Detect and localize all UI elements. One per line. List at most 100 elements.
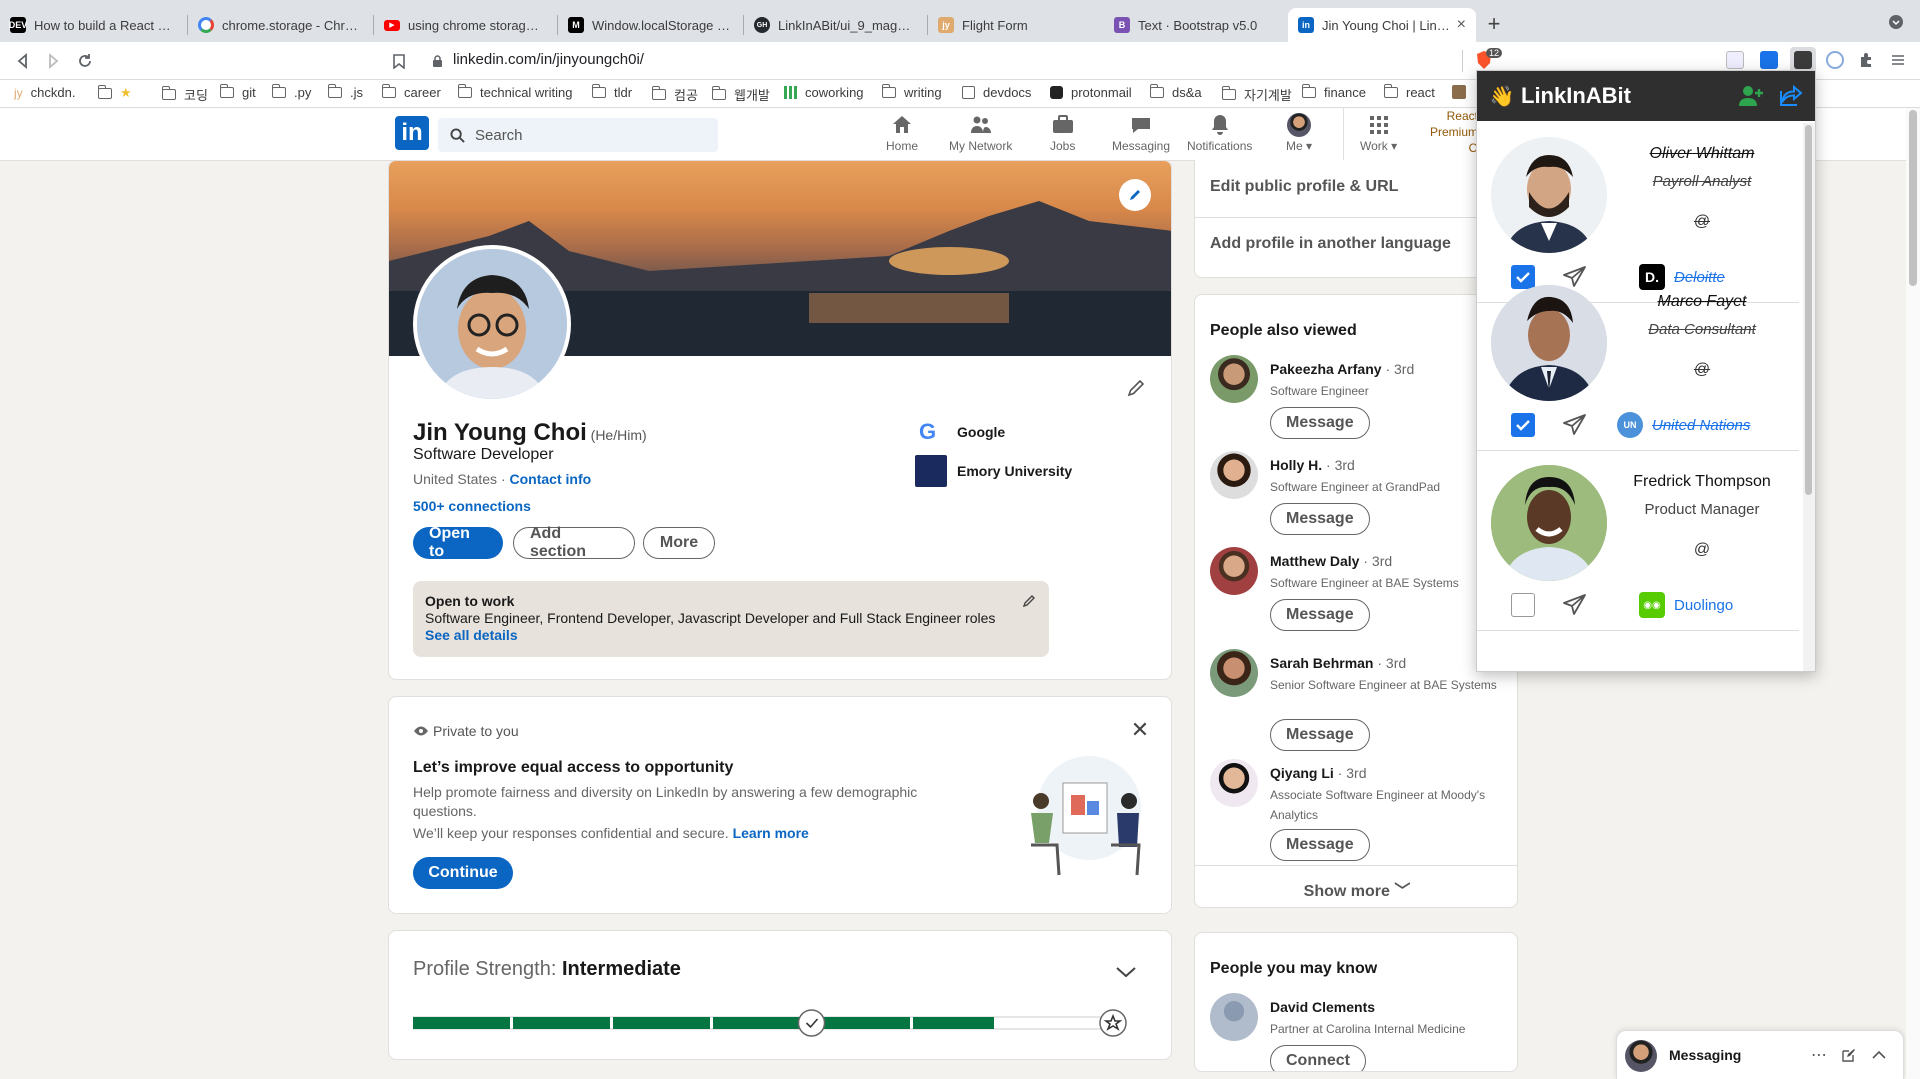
forward-icon[interactable] — [40, 48, 66, 74]
nav-home[interactable]: Home — [886, 113, 918, 153]
message-button[interactable]: Message — [1270, 829, 1370, 861]
continue-button[interactable]: Continue — [413, 857, 513, 889]
tab-search-chevron-icon[interactable] — [1886, 12, 1906, 32]
add-person-icon[interactable] — [1737, 82, 1765, 110]
nav-notifications[interactable]: Notifications — [1187, 113, 1252, 153]
nav-me[interactable]: Me ▾ — [1286, 113, 1312, 153]
connect-button[interactable]: Connect — [1270, 1045, 1366, 1071]
send-icon[interactable] — [1561, 411, 1589, 439]
bookmark-image[interactable] — [1452, 85, 1466, 99]
nav-messaging[interactable]: Messaging — [1112, 113, 1170, 153]
browser-tab-active[interactable]: in Jin Young Choi | LinkedIn× — [1288, 8, 1476, 42]
message-button[interactable]: Message — [1270, 719, 1370, 751]
reload-icon[interactable] — [72, 48, 98, 74]
message-button[interactable]: Message — [1270, 599, 1370, 631]
add-section-button[interactable]: Add section — [513, 525, 635, 560]
more-options-icon[interactable]: ⋯ — [1809, 1045, 1829, 1065]
learn-more-link[interactable]: Learn more — [733, 825, 809, 841]
bookmark-folder[interactable]: writing — [882, 84, 942, 100]
messaging-overlay[interactable]: Messaging ⋯ — [1616, 1030, 1904, 1079]
bookmark-star-folder[interactable]: ★ — [98, 84, 132, 101]
send-icon[interactable] — [1561, 591, 1589, 619]
nav-my-network[interactable]: My Network — [949, 113, 1012, 153]
bookmark-coworking[interactable]: coworking — [784, 85, 864, 100]
edit-public-profile-link[interactable]: Edit public profile & URL — [1210, 178, 1398, 196]
edit-intro-icon[interactable] — [1121, 373, 1151, 403]
connections-link[interactable]: 500+ connections — [413, 498, 531, 514]
browser-tab[interactable]: B Text · Bootstrap v5.0 — [1104, 8, 1286, 42]
extension-icon-4[interactable] — [1826, 51, 1844, 69]
company-link[interactable]: UN United Nations — [1617, 411, 1750, 439]
open-to-button[interactable]: Open to — [413, 525, 503, 560]
popup-scrollbar-thumb[interactable] — [1805, 125, 1812, 495]
current-company[interactable]: G Google — [919, 419, 1005, 445]
bookmark-folder[interactable]: tldr — [592, 84, 632, 100]
browser-tab[interactable]: M Window.localStorage - Web APIs — [558, 8, 742, 42]
scrollbar-thumb[interactable] — [1909, 110, 1917, 286]
contact-info-link[interactable]: Contact info — [510, 471, 592, 487]
bookmark-folder[interactable]: career — [382, 84, 441, 100]
profile-photo[interactable] — [413, 245, 571, 403]
puzzle-extensions-icon[interactable] — [1856, 50, 1876, 70]
more-button[interactable]: More — [643, 527, 715, 559]
bookmark-folder[interactable]: .js — [328, 84, 363, 100]
list-item[interactable]: Holly H. · 3rd Software Engineer at Grand… — [1210, 451, 1500, 541]
message-button[interactable]: Message — [1270, 407, 1370, 439]
show-more-button[interactable]: Show more ﹀ — [1195, 877, 1517, 901]
page-scrollbar[interactable] — [1906, 108, 1920, 1079]
address-bar[interactable]: linkedin.com/in/jinyoungch0i/ — [453, 51, 644, 68]
bookmark-folder[interactable]: finance — [1302, 84, 1366, 100]
chevron-down-icon[interactable] — [1113, 959, 1139, 985]
linkedin-logo[interactable]: in — [395, 116, 429, 150]
back-icon[interactable] — [10, 48, 36, 74]
bookmark-page-icon[interactable] — [386, 48, 412, 74]
browser-menu-icon[interactable] — [1888, 50, 1908, 70]
chevron-up-icon[interactable] — [1869, 1045, 1889, 1065]
open-to-work-box[interactable]: Open to work Software Engineer, Frontend… — [413, 581, 1049, 657]
extension-icon-1[interactable] — [1726, 51, 1744, 69]
education-school[interactable]: Emory University — [915, 455, 1072, 487]
contact-checkbox[interactable] — [1511, 413, 1535, 437]
share-icon[interactable] — [1777, 82, 1805, 110]
add-language-link[interactable]: Add profile in another language — [1210, 235, 1451, 253]
browser-tab[interactable]: jy Flight Form — [928, 8, 1110, 42]
premium-link[interactable]: React Premium O — [1428, 108, 1478, 156]
close-icon[interactable]: ✕ — [1127, 717, 1153, 743]
bookmark-folder[interactable]: .py — [272, 84, 311, 100]
bookmark-folder[interactable]: git — [220, 84, 256, 100]
list-item[interactable]: Qiyang Li · 3rd Associate Software Engine… — [1210, 759, 1500, 861]
new-tab-button[interactable]: + — [1480, 10, 1508, 38]
list-item[interactable]: David Clements Partner at Carolina Intern… — [1210, 993, 1500, 1071]
browser-tab[interactable]: DEV How to build a React CRUD todo — [0, 8, 186, 42]
edit-banner-icon[interactable] — [1119, 179, 1151, 211]
lock-icon[interactable] — [430, 54, 444, 68]
bookmark-folder[interactable]: ds&a — [1150, 84, 1202, 100]
company-link[interactable]: ◉◉ Duolingo — [1639, 591, 1733, 619]
list-item[interactable]: Matthew Daly · 3rd Software Engineer at B… — [1210, 547, 1500, 637]
popup-scrollbar[interactable] — [1803, 123, 1815, 671]
bookmark-folder[interactable]: 컴공 — [652, 85, 698, 104]
close-tab-icon[interactable]: × — [1451, 16, 1466, 34]
compose-icon[interactable] — [1839, 1045, 1859, 1065]
nav-work[interactable]: Work ▾ — [1360, 113, 1397, 153]
bookmark-folder[interactable]: technical writing — [458, 84, 573, 100]
search-input[interactable]: Search — [438, 118, 718, 152]
bookmark-devdocs[interactable]: devdocs — [962, 85, 1031, 100]
browser-tab[interactable]: chrome.storage - Chrome Develo — [188, 8, 372, 42]
edit-open-to-work-icon[interactable] — [1019, 591, 1039, 611]
bookmark-folder[interactable]: 코딩 — [162, 85, 208, 104]
bookmark-folder[interactable]: react — [1384, 84, 1435, 100]
browser-tab[interactable]: GH LinkInABit/ui_9_magnified.png at — [744, 8, 926, 42]
bookmark-folder[interactable]: 자기계발 — [1222, 85, 1292, 104]
bookmark-folder[interactable]: 웹개발 — [712, 85, 770, 104]
message-button[interactable]: Message — [1270, 503, 1370, 535]
brave-shield-icon[interactable]: 12 — [1472, 48, 1503, 72]
extension-icon-2[interactable] — [1760, 51, 1778, 69]
bookmark-protonmail[interactable]: protonmail — [1050, 85, 1132, 100]
list-item[interactable]: Sarah Behrman · 3rd Senior Software Engin… — [1210, 649, 1500, 751]
see-all-details-link[interactable]: See all details — [425, 627, 518, 643]
bookmark-chckdn[interactable]: jy chckdn. — [14, 85, 75, 100]
browser-tab[interactable]: ▶ using chrome storage in react js — [374, 8, 556, 42]
nav-jobs[interactable]: Jobs — [1050, 113, 1075, 153]
list-item[interactable]: Pakeezha Arfany · 3rd Software Engineer Me… — [1210, 355, 1500, 445]
